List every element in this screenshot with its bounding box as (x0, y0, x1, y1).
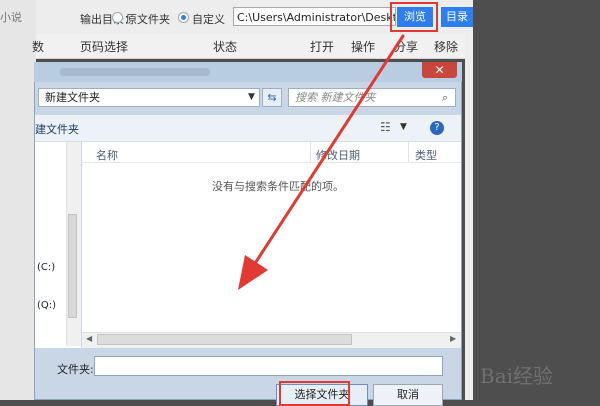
annotation-arrow (238, 34, 405, 290)
watermark-logo: Bai经验 (480, 364, 554, 388)
